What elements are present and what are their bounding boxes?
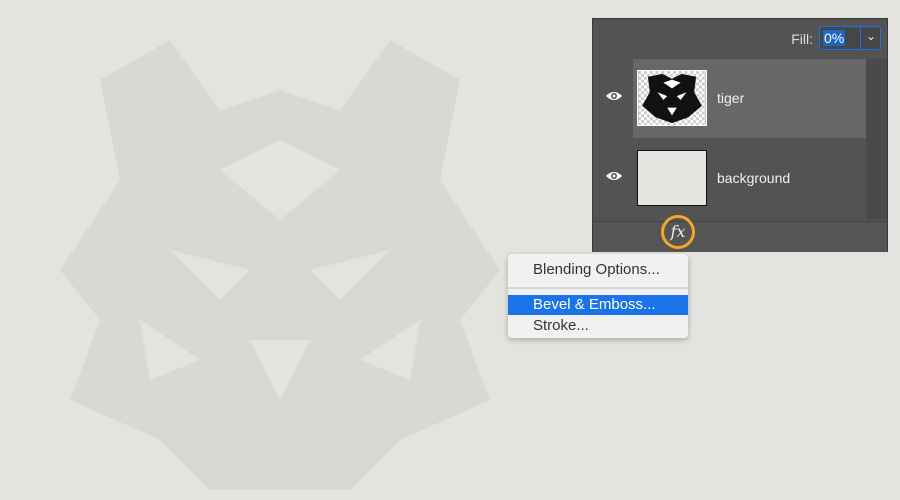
background-thumbnail bbox=[637, 150, 707, 206]
layer-tiger[interactable]: tiger bbox=[593, 59, 866, 138]
menu-item-stroke[interactable]: Stroke... bbox=[508, 316, 688, 336]
menu-divider bbox=[508, 287, 688, 289]
tiger-thumbnail bbox=[637, 70, 707, 126]
tiger-watermark bbox=[60, 40, 500, 490]
scrollbar[interactable] bbox=[866, 59, 887, 219]
fill-label: Fill: bbox=[791, 31, 813, 47]
layer-name: background bbox=[717, 170, 791, 186]
chevron-down-icon[interactable]: ⌄ bbox=[866, 29, 876, 43]
panel-footer: fx bbox=[593, 215, 887, 252]
fill-divider bbox=[860, 27, 861, 49]
fill-value[interactable]: 0% bbox=[823, 30, 846, 46]
eye-icon[interactable] bbox=[605, 90, 623, 102]
fx-button[interactable]: fx bbox=[661, 215, 695, 249]
eye-icon[interactable] bbox=[605, 170, 623, 182]
layer-style-menu: Blending Options... Bevel & Emboss... St… bbox=[508, 254, 688, 338]
fill-row: Fill: 0% ⌄ bbox=[593, 19, 887, 59]
layers-panel: Fill: 0% ⌄ tiger background fx bbox=[592, 18, 888, 252]
menu-item-blending-options[interactable]: Blending Options... bbox=[508, 260, 688, 280]
fx-icon: fx bbox=[670, 222, 686, 241]
layer-name: tiger bbox=[717, 90, 745, 106]
menu-item-bevel-emboss[interactable]: Bevel & Emboss... bbox=[508, 295, 688, 315]
layer-background[interactable]: background bbox=[593, 139, 866, 218]
fill-input[interactable]: 0% ⌄ bbox=[819, 26, 881, 50]
